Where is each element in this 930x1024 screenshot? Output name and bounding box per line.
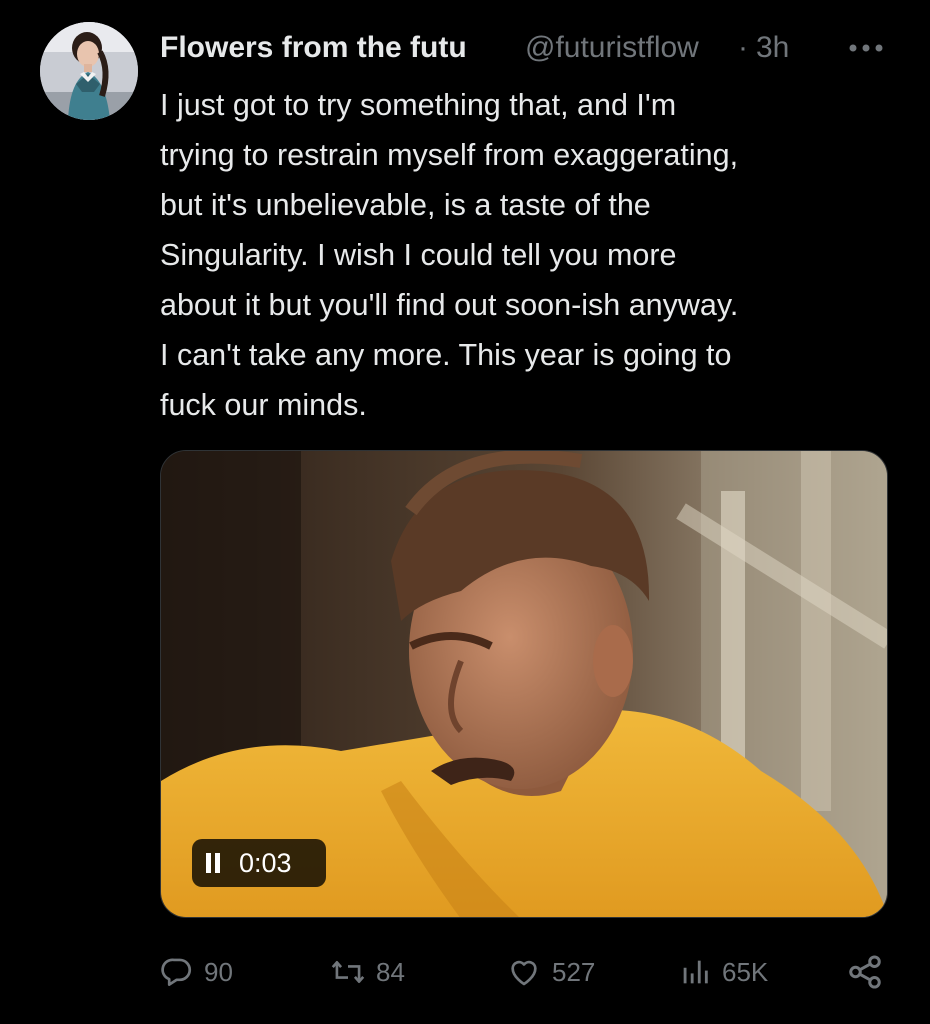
- reply-count: 90: [204, 956, 233, 987]
- video-elapsed-time: 0:03: [239, 847, 292, 878]
- repost-button[interactable]: 84: [330, 948, 405, 996]
- tweet-timestamp[interactable]: 3h: [756, 31, 789, 65]
- view-count: 65K: [722, 956, 769, 987]
- tweet-actions: 90 84 527 65K: [160, 948, 890, 996]
- like-button[interactable]: 527: [506, 948, 595, 996]
- heart-icon: [506, 955, 542, 989]
- bar-chart-icon: [678, 955, 712, 989]
- views-button[interactable]: 65K: [678, 948, 768, 996]
- repost-count: 84: [376, 956, 405, 987]
- reply-button[interactable]: 90: [160, 948, 233, 996]
- tweet-header: Flowers from the futu @futuristflow · 3h: [160, 28, 890, 68]
- like-count: 527: [552, 956, 596, 987]
- pause-icon[interactable]: [206, 853, 220, 873]
- tweet-text: I just got to try something that, and I'…: [160, 88, 739, 422]
- share-button[interactable]: [846, 948, 884, 996]
- more-dots-icon[interactable]: [846, 40, 886, 56]
- author-display-name[interactable]: Flowers from the futu: [160, 31, 515, 65]
- author-handle[interactable]: @futuristflow: [525, 31, 730, 65]
- header-separator: ·: [738, 31, 748, 64]
- repost-arrows-icon: [330, 955, 366, 989]
- video-playback-control[interactable]: 0:03: [192, 839, 326, 887]
- reply-bubble-icon: [160, 955, 194, 989]
- share-nodes-icon: [846, 953, 884, 991]
- author-avatar[interactable]: [40, 22, 138, 120]
